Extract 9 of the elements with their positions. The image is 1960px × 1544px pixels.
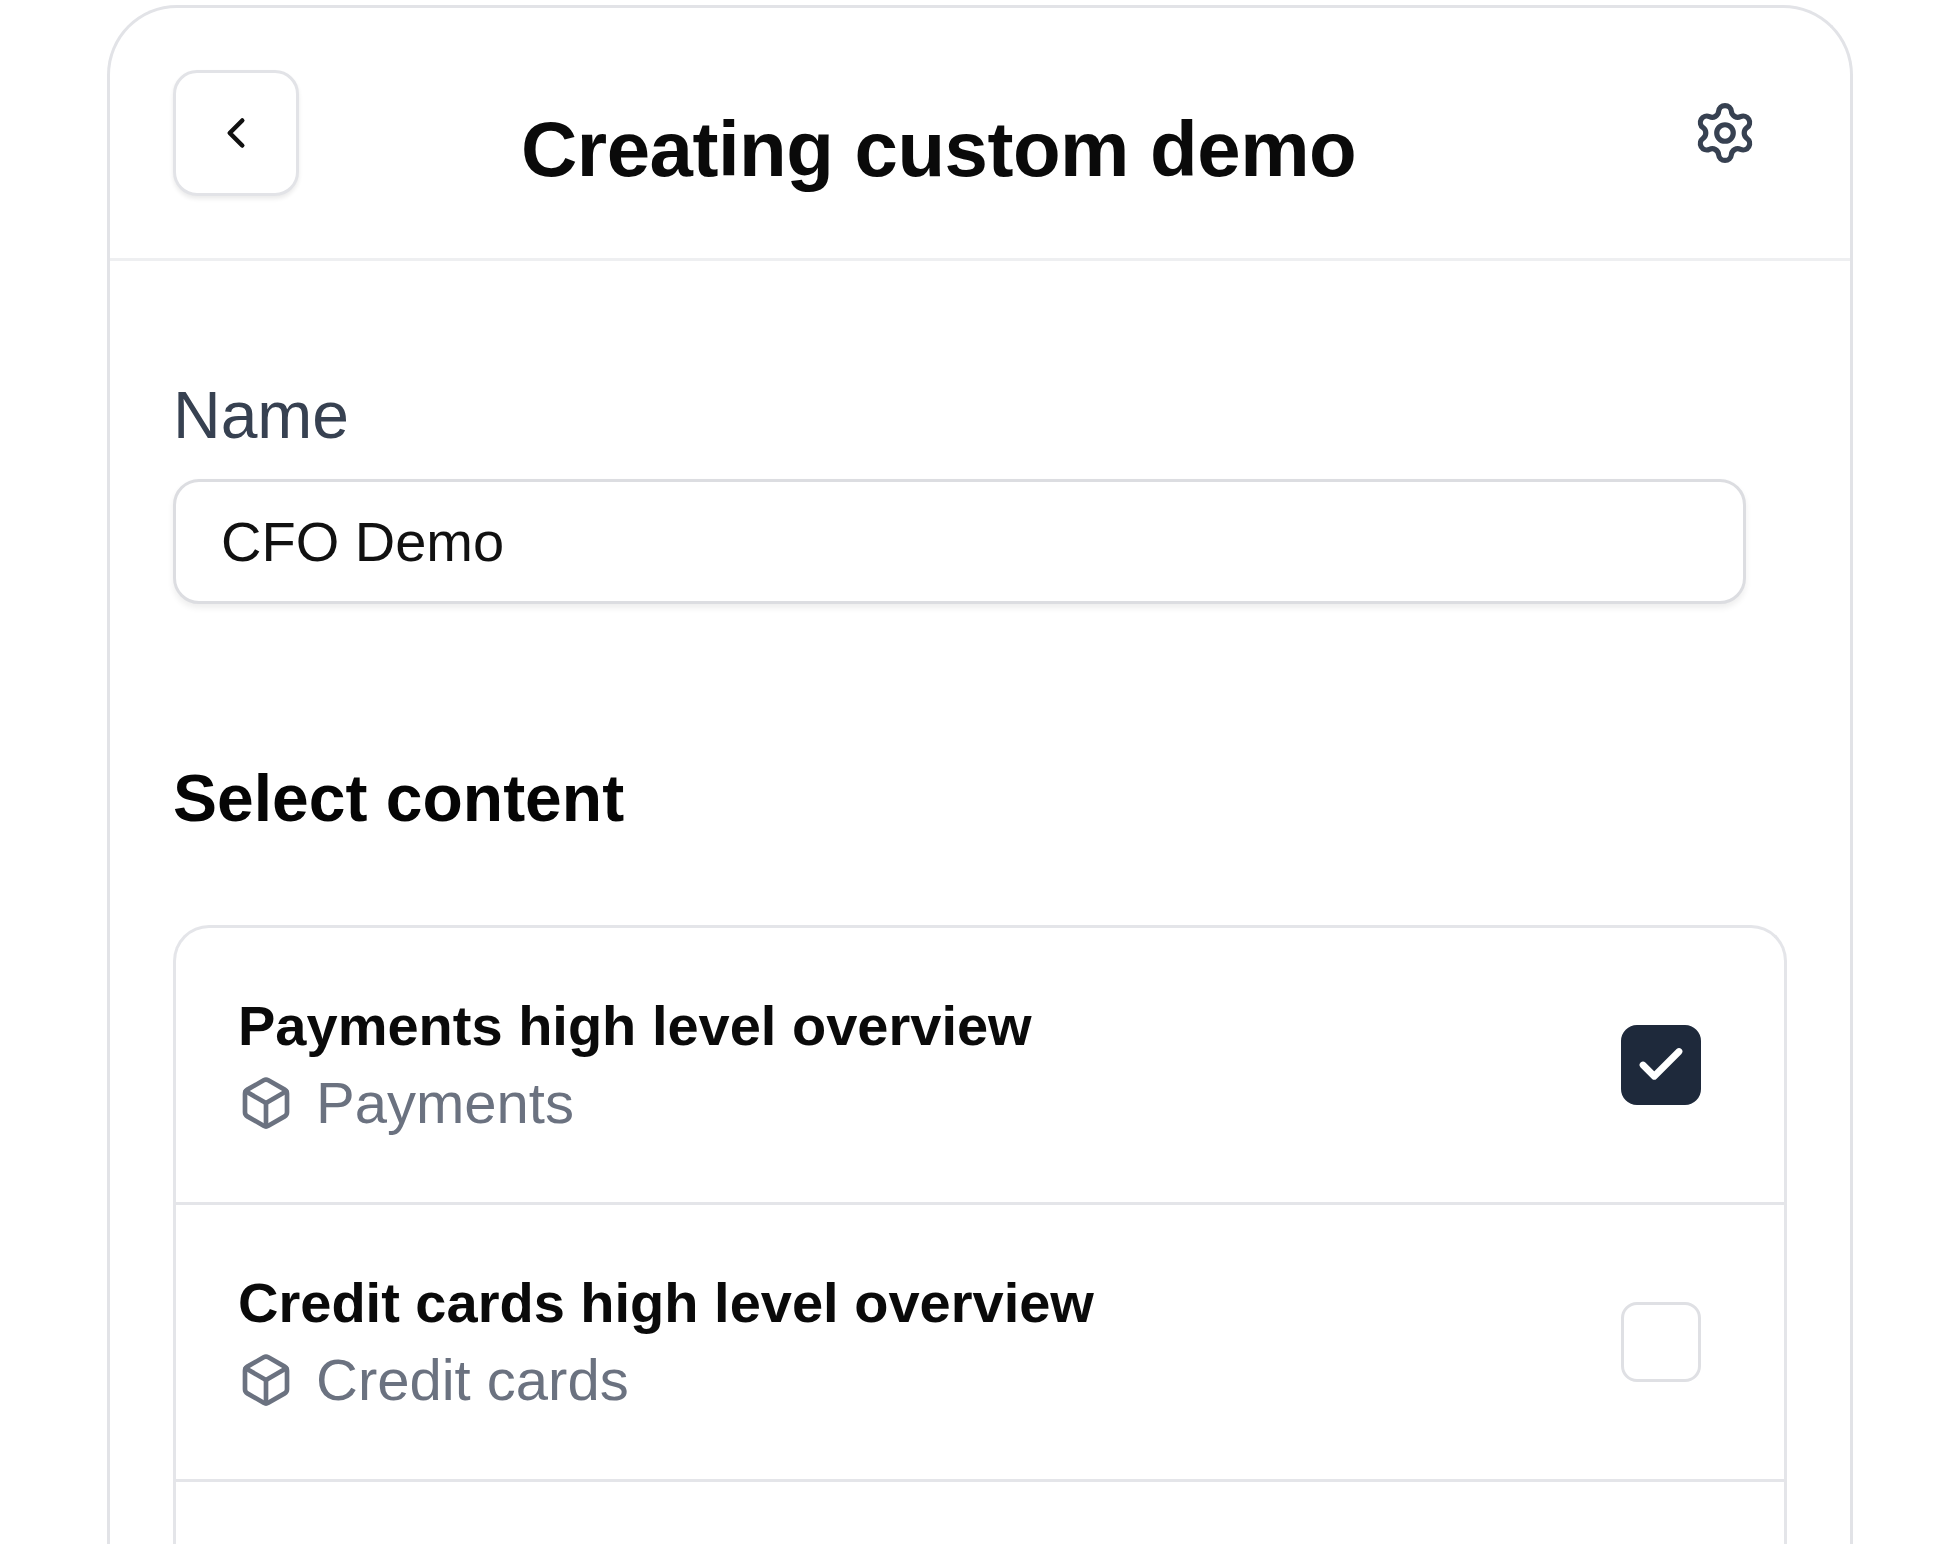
category-label: Payments bbox=[316, 1071, 574, 1135]
checkbox[interactable] bbox=[1621, 1025, 1701, 1105]
input-field[interactable]: CFO Demo bbox=[173, 479, 1746, 604]
category-label: Credit cards bbox=[316, 1348, 629, 1412]
item-title: Credit cards high level overview bbox=[238, 1272, 1094, 1334]
section-heading: Select content bbox=[173, 762, 626, 834]
item-title: Payments high level overview bbox=[238, 995, 1032, 1057]
field-label: Name bbox=[173, 379, 351, 451]
page-title: Creating custom demo bbox=[521, 103, 1357, 195]
